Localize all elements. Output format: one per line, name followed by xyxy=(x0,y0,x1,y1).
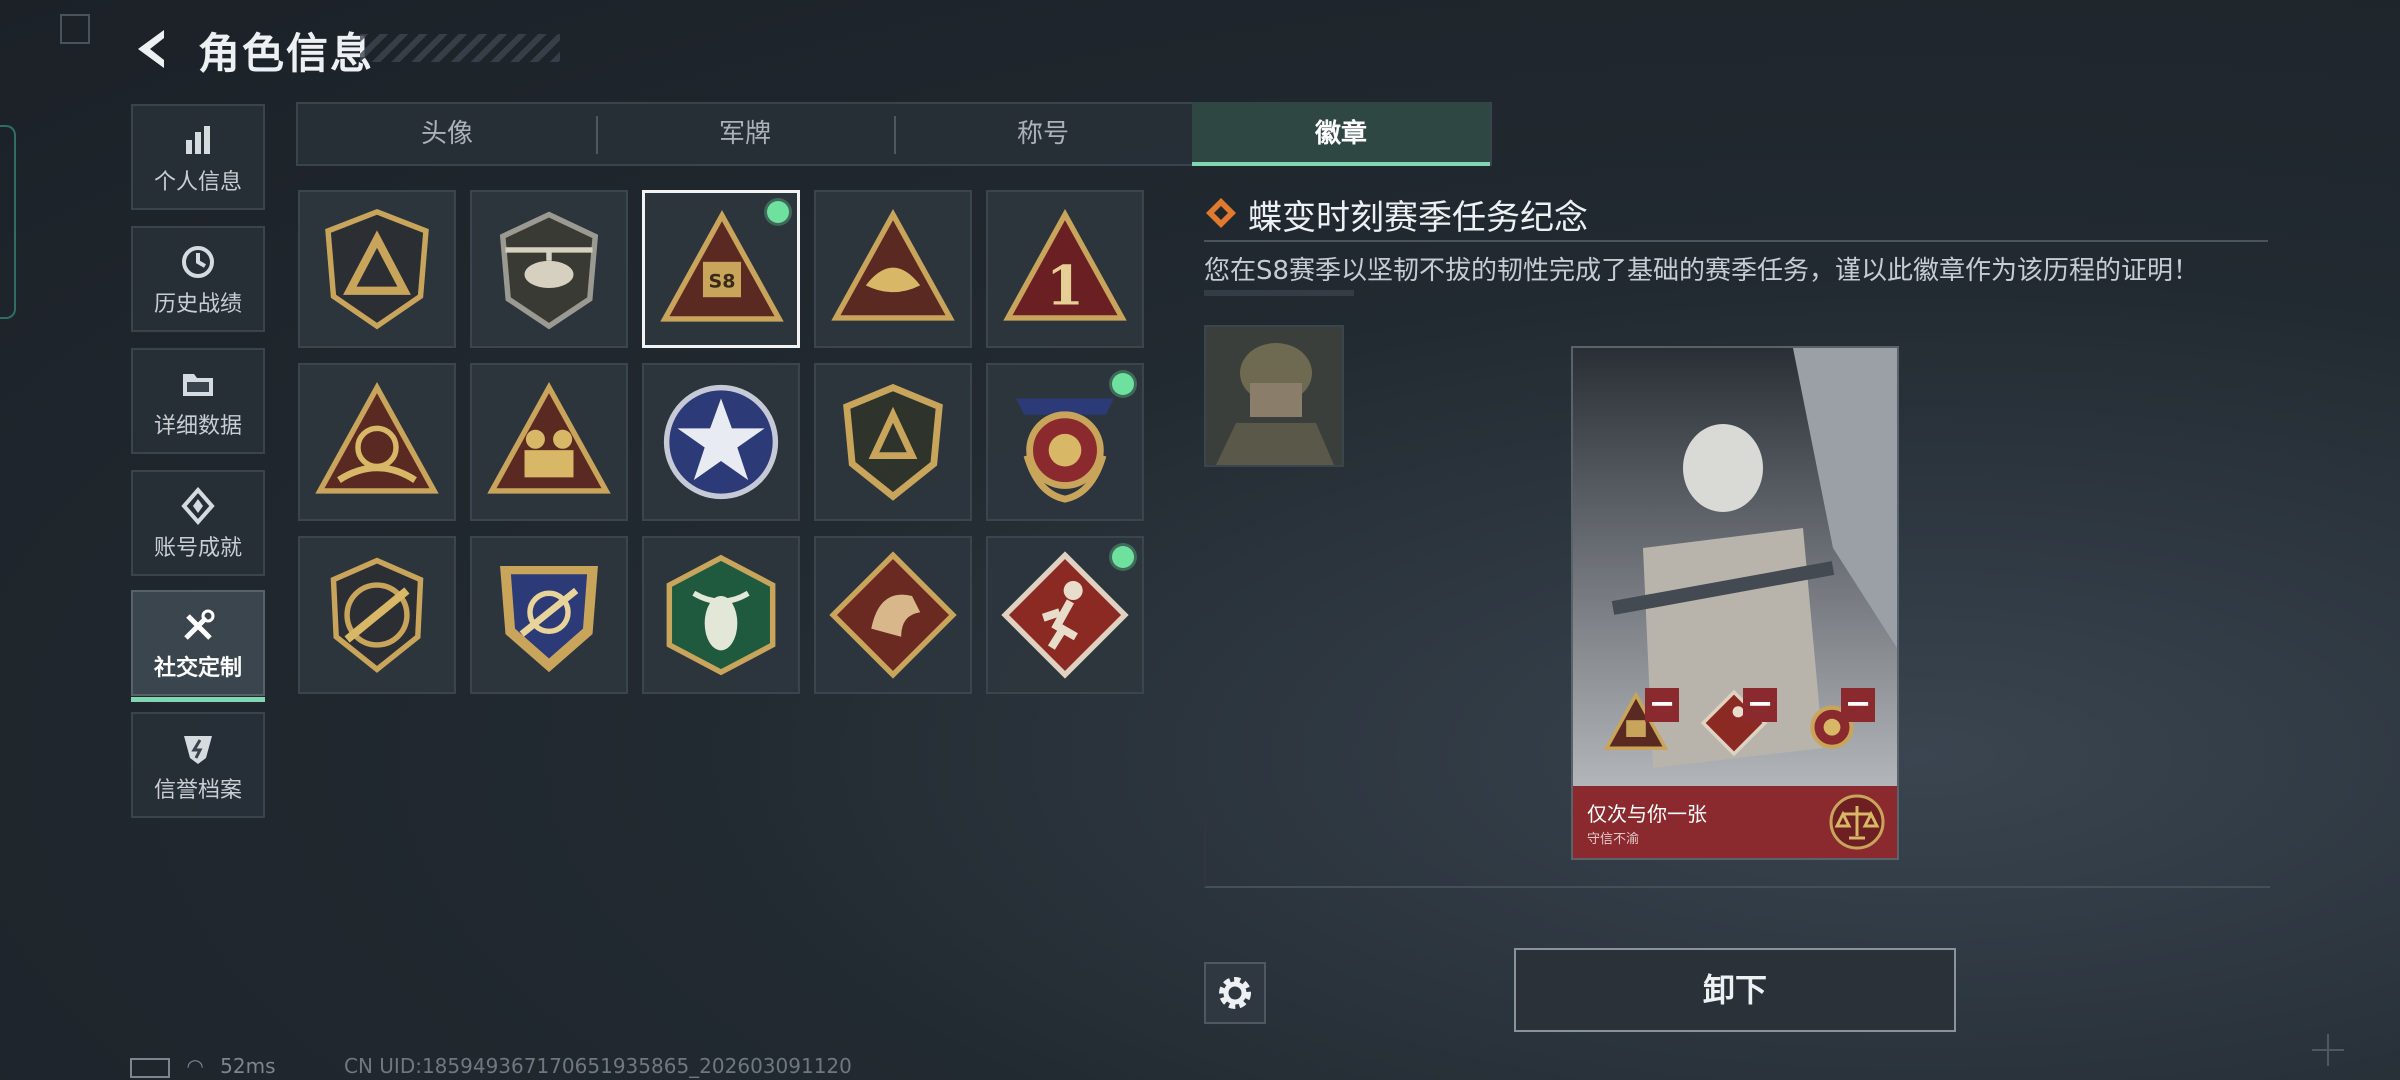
badge-runner-diamond[interactable] xyxy=(986,536,1144,694)
title-decoration xyxy=(360,34,560,62)
settings-button[interactable] xyxy=(1204,962,1266,1024)
tab-dogtag[interactable]: 军牌 xyxy=(596,102,894,166)
nav-item-social-custom[interactable]: 社交定制 xyxy=(131,590,265,702)
triangle-shield-icon xyxy=(325,208,429,330)
badge-butterfly-triangle[interactable] xyxy=(814,190,972,348)
window-marker xyxy=(60,14,90,44)
dragon-icon xyxy=(829,551,957,679)
hands-triangle-icon xyxy=(315,381,439,494)
nav-label: 历史战绩 xyxy=(153,292,242,317)
badge-description: 您在S8赛季以坚韧不拔的韧性完成了基础的赛季任务，谨以此徽章作为该历程的证明！ xyxy=(1204,256,2200,286)
insect-icon xyxy=(666,554,776,676)
badge-crosshair-shield[interactable] xyxy=(470,536,628,694)
badge-triangle-shield[interactable] xyxy=(298,190,456,348)
badge-star-emblem[interactable] xyxy=(642,363,800,521)
badge-dragon-diamond[interactable] xyxy=(814,536,972,694)
shield-emblem-icon xyxy=(843,383,943,501)
divider xyxy=(1204,240,2268,242)
scales-seal-icon xyxy=(1829,794,1885,850)
badge-title: 蝶变时刻赛季任务纪念 xyxy=(1248,198,1588,238)
bar-chart-icon xyxy=(186,126,210,154)
operator-card-preview[interactable]: − − − 仅次与你一张 守信不渝 xyxy=(1571,346,1899,860)
badge-soldiers-triangle[interactable] xyxy=(470,363,628,521)
tab-badge[interactable]: 徽章 xyxy=(1192,102,1490,166)
badge-number-one[interactable]: 1 xyxy=(986,190,1144,348)
tools-icon xyxy=(184,609,215,640)
card-player-name: 仅次与你一张 xyxy=(1587,802,1707,826)
badge-s8-season[interactable]: S8 xyxy=(642,190,800,348)
nav-item-detailed-data[interactable]: 详细数据 xyxy=(131,348,265,454)
page-title: 角色信息 xyxy=(198,29,375,78)
crosshair-icon xyxy=(500,566,598,673)
description-underline xyxy=(1204,290,1354,296)
rifle-icon xyxy=(330,557,424,673)
card-nameplate: 仅次与你一张 守信不渝 xyxy=(1573,786,1897,858)
badge-rifle-circle[interactable] xyxy=(298,536,456,694)
laurel-shield-icon xyxy=(1016,398,1114,503)
svg-text:S8: S8 xyxy=(709,271,736,293)
butterfly-badge-icon xyxy=(831,208,955,321)
nav-item-history[interactable]: 历史战绩 xyxy=(131,226,265,332)
diamond-icon xyxy=(1206,198,1236,228)
nav-label: 详细数据 xyxy=(153,414,242,439)
runner-icon xyxy=(1001,551,1129,679)
badge-shield-emblem[interactable] xyxy=(814,363,972,521)
nav-label: 信誉档案 xyxy=(153,778,242,803)
card-subtitle: 守信不渝 xyxy=(1587,832,1640,847)
corner-crosshair-icon xyxy=(2312,1034,2344,1066)
badge-insect-hexagon[interactable] xyxy=(642,536,800,694)
svg-text:1: 1 xyxy=(1046,253,1084,317)
remove-slot-1-button[interactable]: − xyxy=(1645,687,1679,722)
user-uid: CN UID:1859493671706519358​65_2026030911… xyxy=(344,1054,852,1078)
nav-item-personal-info[interactable]: 个人信息 xyxy=(131,104,265,210)
achievement-icon xyxy=(181,486,215,526)
gear-icon xyxy=(1219,977,1251,1009)
badge-helicopter[interactable] xyxy=(470,190,628,348)
badge-laurel-shield[interactable] xyxy=(986,363,1144,521)
folder-icon xyxy=(183,374,213,396)
nav-label: 账号成就 xyxy=(153,536,242,561)
nav-label: 社交定制 xyxy=(153,656,242,681)
nav-item-achievements[interactable]: 账号成就 xyxy=(131,470,265,576)
unequip-button[interactable]: 卸下 xyxy=(1514,948,1956,1032)
badge-hands-triangle[interactable] xyxy=(298,363,456,521)
status-bar: ◠ 52ms xyxy=(130,1054,276,1078)
star-emblem-icon xyxy=(663,384,779,500)
credit-icon xyxy=(184,736,212,764)
tab-avatar[interactable]: 头像 xyxy=(298,102,596,166)
remove-slot-3-button[interactable]: − xyxy=(1841,687,1875,722)
wifi-icon: ◠ xyxy=(186,1054,204,1078)
soldiers-icon xyxy=(487,381,611,494)
back-arrow-icon[interactable] xyxy=(128,24,178,74)
history-icon xyxy=(182,246,214,278)
operator-avatar xyxy=(1204,325,1344,467)
nav-item-credit-profile[interactable]: 信誉档案 xyxy=(131,712,265,818)
equipped-indicator xyxy=(1112,373,1134,395)
s8-badge-icon: S8 xyxy=(660,209,784,322)
tab-title[interactable]: 称号 xyxy=(894,102,1192,166)
ping-value: 52ms xyxy=(220,1054,276,1078)
equipped-indicator xyxy=(767,201,789,223)
helicopter-icon xyxy=(499,211,599,330)
number-one-icon: 1 xyxy=(1003,208,1127,321)
equipped-indicator xyxy=(1112,546,1134,568)
remove-slot-2-button[interactable]: − xyxy=(1743,687,1777,722)
nav-label: 个人信息 xyxy=(153,170,242,195)
battery-icon xyxy=(130,1057,170,1078)
side-drawer-handle[interactable] xyxy=(0,125,16,319)
